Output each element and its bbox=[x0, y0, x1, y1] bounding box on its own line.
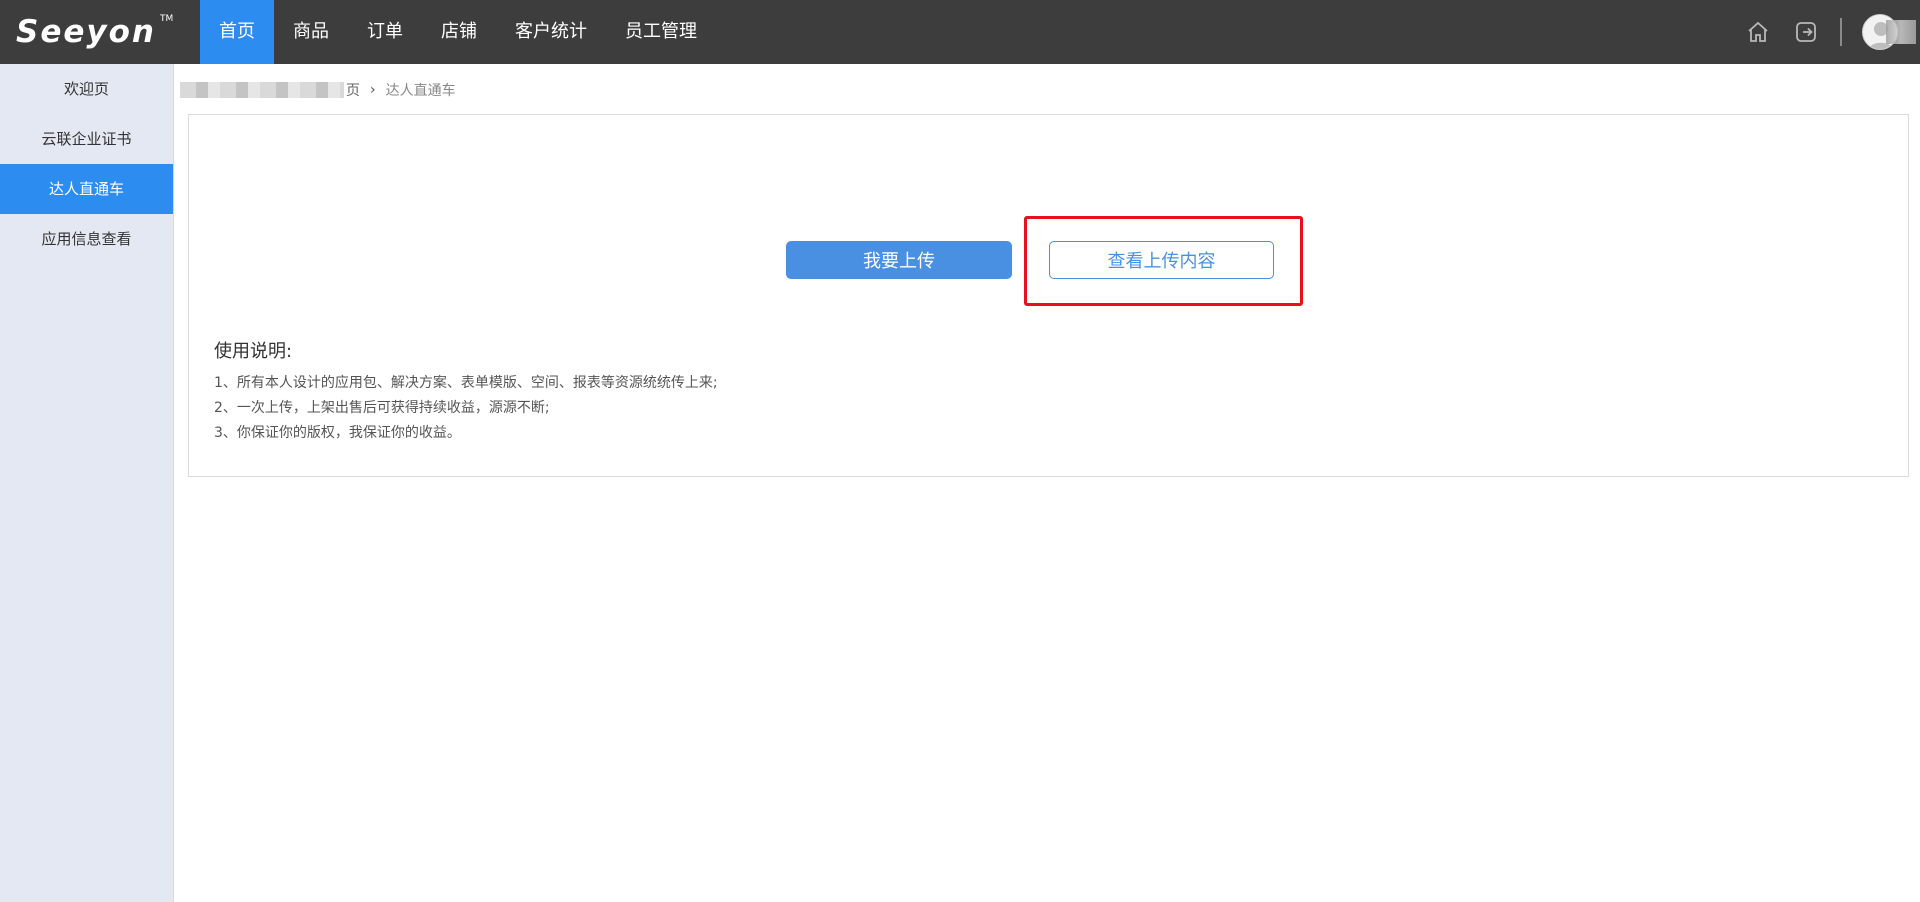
sidebar-item-enterprise-certificate[interactable]: 云联企业证书 bbox=[0, 114, 173, 164]
breadcrumb-home[interactable]: 页 bbox=[346, 80, 360, 100]
sidebar-item-talent-express[interactable]: 达人直通车 bbox=[0, 164, 173, 214]
sidebar-item-app-info[interactable]: 应用信息查看 bbox=[0, 214, 173, 264]
breadcrumb-current: 达人直通车 bbox=[385, 83, 456, 99]
logo-trademark: TM bbox=[160, 14, 174, 24]
top-navigation-bar: Seeyon TM 首页 商品 订单 店铺 客户统计 员工管理 bbox=[0, 0, 1920, 64]
toolbar-divider bbox=[1840, 18, 1842, 46]
top-right-tools bbox=[1680, 0, 1920, 64]
home-icon[interactable] bbox=[1746, 20, 1770, 44]
usage-title: 使用说明: bbox=[214, 341, 293, 362]
logo-wordmark: Seeyon bbox=[16, 14, 156, 50]
usage-line: 2、一次上传，上架出售后可获得持续收益，源源不断; bbox=[214, 400, 550, 416]
username-redacted bbox=[1886, 20, 1916, 44]
content-panel: 我要上传 查看上传内容 使用说明: 1、所有本人设计的应用包、解决方案、表单模版… bbox=[188, 114, 1909, 477]
sidebar-item-welcome[interactable]: 欢迎页 bbox=[0, 64, 173, 114]
usage-line: 1、所有本人设计的应用包、解决方案、表单模版、空间、报表等资源统统传上来; bbox=[214, 375, 718, 391]
usage-line: 3、你保证你的版权，我保证你的收益。 bbox=[214, 425, 461, 441]
upload-button[interactable]: 我要上传 bbox=[786, 241, 1012, 279]
nav-item-store[interactable]: 店铺 bbox=[422, 0, 496, 64]
view-uploads-button[interactable]: 查看上传内容 bbox=[1049, 241, 1274, 279]
usage-list: 1、所有本人设计的应用包、解决方案、表单模版、空间、报表等资源统统传上来; 2、… bbox=[214, 371, 718, 446]
main-nav: 首页 商品 订单 店铺 客户统计 员工管理 bbox=[200, 0, 716, 64]
breadcrumb-separator: › bbox=[370, 82, 376, 98]
sidebar: 欢迎页 云联企业证书 达人直通车 应用信息查看 bbox=[0, 64, 174, 902]
nav-item-home[interactable]: 首页 bbox=[200, 0, 274, 64]
breadcrumb-redacted bbox=[180, 82, 344, 98]
nav-item-orders[interactable]: 订单 bbox=[348, 0, 422, 64]
nav-item-customer-stats[interactable]: 客户统计 bbox=[496, 0, 606, 64]
breadcrumb: 页 › 达人直通车 bbox=[180, 78, 456, 102]
nav-item-staff-management[interactable]: 员工管理 bbox=[606, 0, 716, 64]
logout-icon[interactable] bbox=[1794, 20, 1818, 44]
seeyon-logo[interactable]: Seeyon TM bbox=[16, 10, 173, 54]
nav-item-products[interactable]: 商品 bbox=[274, 0, 348, 64]
